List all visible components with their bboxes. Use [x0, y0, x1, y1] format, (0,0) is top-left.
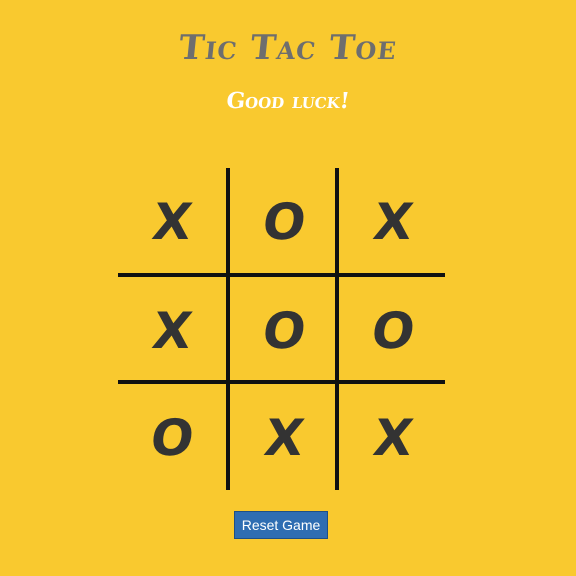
cell-mark: O [258, 301, 310, 360]
board-cell-9[interactable]: X [339, 384, 447, 491]
cell-mark: X [260, 408, 308, 467]
cell-mark: X [148, 192, 196, 251]
board-cell-7[interactable]: O [118, 384, 226, 491]
cell-mark: X [369, 408, 417, 467]
board-cell-1[interactable]: X [118, 168, 226, 275]
reset-game-button[interactable]: Reset Game [234, 511, 328, 539]
cell-mark: X [369, 192, 417, 251]
game-page: Tic Tac Toe Good luck! X O X X O O O X X… [0, 0, 576, 576]
board-cell-4[interactable]: X [118, 277, 226, 384]
board-cell-6[interactable]: O [339, 277, 447, 384]
game-title: Tic Tac Toe [176, 28, 400, 68]
cell-mark: X [148, 301, 196, 360]
board-cell-5[interactable]: O [230, 277, 338, 384]
cell-mark: O [258, 192, 310, 251]
board-cell-3[interactable]: X [339, 168, 447, 275]
cell-mark: O [146, 408, 198, 467]
game-board: X O X X O O O X X [118, 168, 445, 490]
board-cell-8[interactable]: X [230, 384, 338, 491]
cell-mark: O [367, 301, 419, 360]
game-status: Good luck! [225, 88, 351, 114]
board-cell-2[interactable]: O [230, 168, 338, 275]
